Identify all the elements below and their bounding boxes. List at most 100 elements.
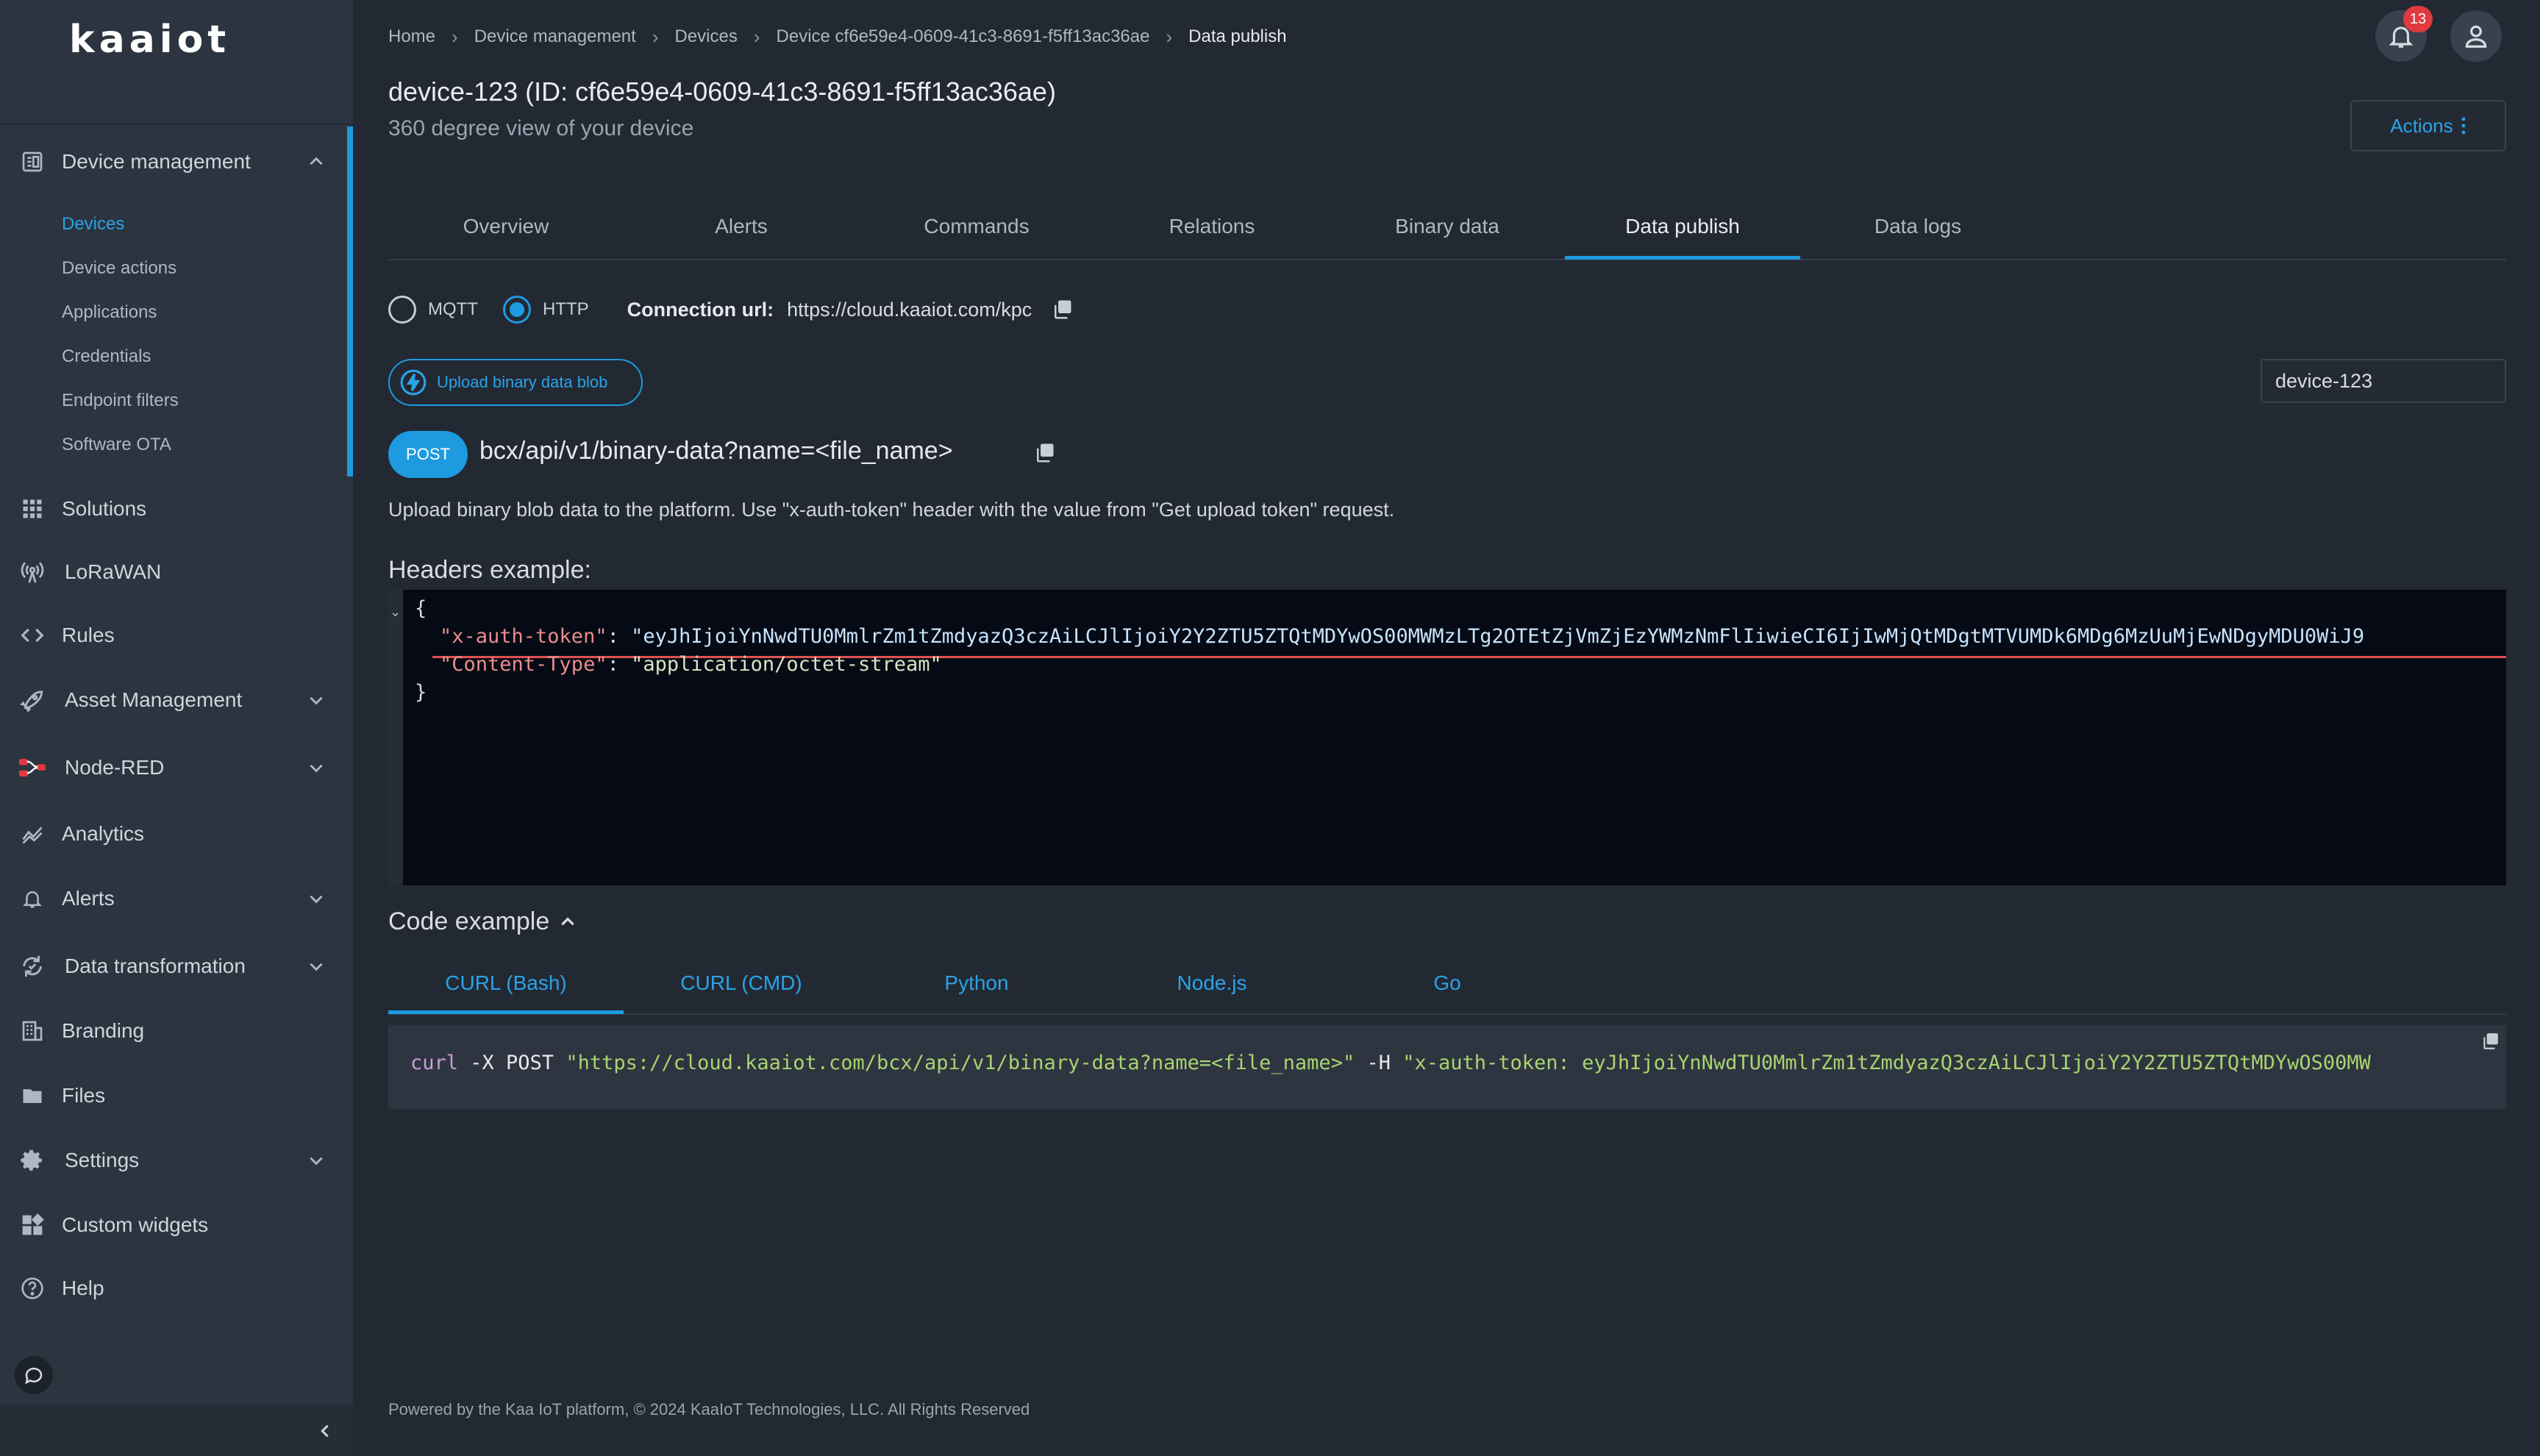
chevron-right-icon: › — [753, 25, 760, 48]
chevron-down-icon[interactable] — [303, 687, 329, 713]
sidebar-item-alerts[interactable]: Alerts — [0, 869, 353, 928]
upload-binary-blob-button[interactable]: Upload binary data blob — [388, 359, 643, 406]
tab-curl-bash[interactable]: CURL (Bash) — [388, 953, 624, 1013]
sidebar-item-label: Help — [62, 1277, 104, 1299]
chevron-down-icon[interactable] — [303, 1147, 329, 1174]
breadcrumb-device-management[interactable]: Device management — [474, 26, 636, 47]
tab-go[interactable]: Go — [1330, 953, 1565, 1013]
upload-bolt-icon — [399, 368, 428, 397]
tab-data-publish[interactable]: Data publish — [1565, 194, 1800, 259]
sidebar-subitem-credentials[interactable]: Credentials — [62, 338, 151, 375]
tab-binary-data[interactable]: Binary data — [1330, 194, 1565, 259]
sidebar-item-node-red[interactable]: Node-RED — [0, 738, 353, 797]
sidebar-subitem-endpoint-filters[interactable]: Endpoint filters — [62, 382, 179, 419]
tab-python[interactable]: Python — [859, 953, 1094, 1013]
breadcrumb: Home › Device management › Devices › Dev… — [388, 25, 1287, 49]
breadcrumb-devices[interactable]: Devices — [675, 26, 738, 47]
sidebar-item-solutions[interactable]: Solutions — [0, 479, 353, 538]
sidebar-item-analytics[interactable]: Analytics — [0, 804, 353, 863]
rocket-icon — [19, 687, 46, 713]
sidebar-item-label: Device management — [62, 150, 251, 173]
sidebar-subitem-device-actions[interactable]: Device actions — [62, 250, 176, 287]
widgets-icon — [19, 1212, 46, 1238]
tab-data-logs[interactable]: Data logs — [1800, 194, 2036, 259]
user-menu-button[interactable] — [2450, 10, 2502, 62]
copy-icon[interactable] — [1049, 297, 1074, 322]
sidebar-subitem-applications[interactable]: Applications — [62, 294, 157, 331]
sidebar-item-help[interactable]: Help — [0, 1259, 353, 1318]
actions-label: Actions — [2390, 114, 2453, 137]
device-select-input[interactable] — [2261, 359, 2506, 403]
collapse-sidebar-button[interactable] — [310, 1416, 340, 1446]
user-icon — [2465, 25, 2487, 48]
tab-relations[interactable]: Relations — [1094, 194, 1330, 259]
gear-icon — [19, 1147, 46, 1174]
chevron-right-icon: › — [452, 25, 458, 48]
sidebar-footer — [0, 1405, 353, 1456]
chevron-down-icon[interactable] — [303, 953, 329, 979]
sidebar-item-label: Files — [62, 1084, 106, 1107]
method-badge: POST — [388, 431, 468, 478]
sidebar-item-device-management[interactable]: Device management — [0, 132, 353, 191]
code-example-title: Code example — [388, 907, 550, 935]
chevron-up-icon[interactable] — [303, 149, 329, 175]
sidebar-item-label: Solutions — [62, 497, 147, 520]
sidebar: kaaiot Device management Devices Device … — [0, 0, 353, 1456]
http-radio[interactable] — [502, 296, 531, 324]
page-title: device-123 (ID: cf6e59e4-0609-41c3-8691-… — [388, 76, 1056, 107]
chat-button[interactable] — [15, 1356, 53, 1394]
sidebar-item-files[interactable]: Files — [0, 1066, 353, 1125]
sidebar-item-asset-management[interactable]: Asset Management — [0, 671, 353, 729]
curl-command: curl -X POST "https://cloud.kaaiot.com/b… — [410, 1052, 2371, 1074]
tab-commands[interactable]: Commands — [859, 194, 1094, 259]
fold-toggle-icon[interactable]: ⌄ — [390, 604, 401, 620]
active-code-tab-indicator — [388, 1010, 624, 1014]
transform-icon — [19, 953, 46, 979]
sidebar-item-custom-widgets[interactable]: Custom widgets — [0, 1196, 353, 1255]
code-line: "x-auth-token": "eyJhIjoiYnNwdTU0MmlrZm1… — [440, 625, 2365, 648]
code-example-box[interactable]: curl -X POST "https://cloud.kaaiot.com/b… — [388, 1025, 2506, 1109]
sidebar-divider — [0, 124, 353, 125]
building-icon — [19, 1018, 46, 1044]
code-example-toggle[interactable]: Code example — [388, 907, 577, 936]
sidebar-item-branding[interactable]: Branding — [0, 1002, 353, 1060]
sidebar-subitem-software-ota[interactable]: Software OTA — [62, 427, 171, 463]
tab-curl-cmd[interactable]: CURL (CMD) — [624, 953, 859, 1013]
chevron-right-icon: › — [1166, 25, 1173, 48]
chevron-down-icon[interactable] — [303, 754, 329, 781]
sidebar-item-label: Branding — [62, 1019, 145, 1042]
chevron-up-icon — [561, 916, 574, 925]
tab-overview[interactable]: Overview — [388, 194, 624, 259]
sidebar-item-rules[interactable]: Rules — [0, 606, 353, 665]
device-management-icon — [19, 149, 46, 175]
chevron-right-icon: › — [652, 25, 659, 48]
kaaiot-logo[interactable]: kaaiot — [69, 18, 230, 62]
protocol-selector: MQTT HTTP Connection url: https://cloud.… — [388, 291, 1074, 328]
code-line: "Content-Type": "application/octet-strea… — [440, 653, 942, 676]
sidebar-subitem-devices[interactable]: Devices — [62, 206, 124, 243]
sidebar-item-label: Rules — [62, 624, 115, 646]
sidebar-item-settings[interactable]: Settings — [0, 1131, 353, 1190]
sidebar-item-label: LoRaWAN — [65, 560, 162, 583]
sidebar-item-data-transformation[interactable]: Data transformation — [0, 937, 353, 996]
breadcrumb-device[interactable]: Device cf6e59e4-0609-41c3-8691-f5ff13ac3… — [777, 26, 1150, 47]
chevron-down-icon[interactable] — [303, 885, 329, 912]
notification-count-badge: 13 — [2403, 6, 2433, 32]
copy-icon[interactable] — [2478, 1029, 2502, 1053]
mqtt-radio[interactable] — [388, 296, 416, 324]
code-line: } — [415, 681, 427, 704]
grid-icon — [19, 496, 46, 522]
mqtt-label: MQTT — [428, 299, 478, 319]
sidebar-item-label: Settings — [65, 1149, 140, 1171]
sidebar-item-lorawan[interactable]: LoRaWAN — [0, 543, 353, 602]
editor-gutter — [388, 590, 403, 885]
tab-alerts[interactable]: Alerts — [624, 194, 859, 259]
endpoint-description: Upload binary blob data to the platform.… — [388, 499, 1395, 521]
actions-button[interactable]: Actions — [2350, 100, 2506, 151]
headers-code-editor[interactable]: ⌄ { "x-auth-token": "eyJhIjoiYnNwdTU0Mml… — [388, 590, 2506, 885]
tab-nodejs[interactable]: Node.js — [1094, 953, 1330, 1013]
sidebar-item-label: Custom widgets — [62, 1213, 209, 1236]
breadcrumb-home[interactable]: Home — [388, 26, 435, 47]
endpoint-path: bcx/api/v1/binary-data?name=<file_name> — [479, 437, 953, 465]
copy-icon[interactable] — [1031, 440, 1057, 466]
